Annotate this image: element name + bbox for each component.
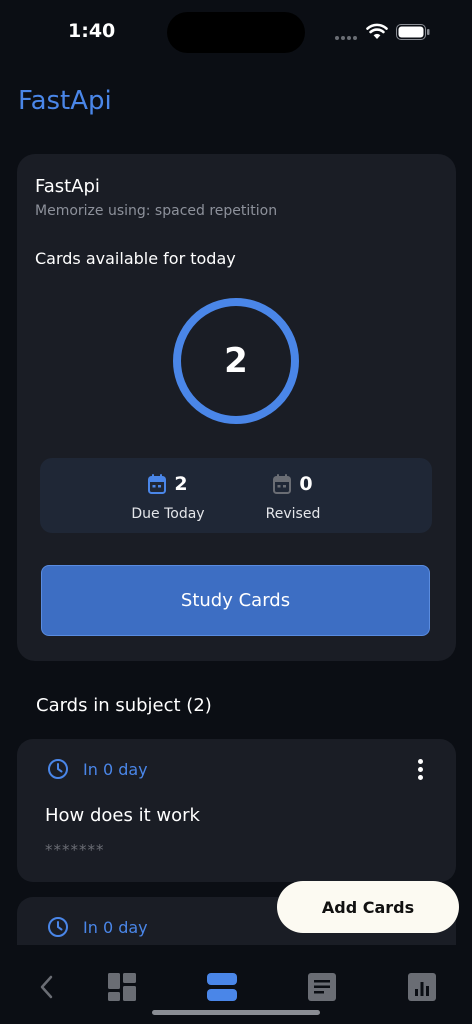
dynamic-island xyxy=(167,12,305,53)
clock-icon xyxy=(48,917,68,937)
stat-due-today: 2 Due Today xyxy=(113,472,223,522)
stat-revised-label: Revised xyxy=(265,506,321,522)
card-answer-mask: ******* xyxy=(45,841,105,859)
available-count: 2 xyxy=(224,341,248,381)
app-title: FastApi xyxy=(18,86,112,116)
status-time: 1:40 xyxy=(68,20,116,42)
card-due-text: In 0 day xyxy=(83,759,148,779)
cards-section-title: Cards in subject (2) xyxy=(36,695,212,716)
chart-icon xyxy=(408,973,436,1001)
stat-revised-value: 0 xyxy=(299,473,313,495)
wifi-icon xyxy=(366,23,388,39)
nav-dashboard[interactable] xyxy=(102,967,142,1007)
card-due-text: In 0 day xyxy=(83,917,148,937)
stat-revised: 0 Revised xyxy=(238,472,348,522)
subject-summary-card: FastApi Memorize using: spaced repetitio… xyxy=(17,154,456,661)
calendar-icon xyxy=(273,474,292,494)
card-due: In 0 day xyxy=(47,916,148,938)
calendar-icon xyxy=(148,474,167,494)
clock-icon xyxy=(48,759,68,779)
list-icon xyxy=(207,973,237,1001)
stats-box: 2 Due Today 0 Revised xyxy=(40,458,432,533)
nav-document[interactable] xyxy=(302,967,342,1007)
card-due: In 0 day xyxy=(47,758,148,780)
stat-due-value: 2 xyxy=(174,473,188,495)
available-label: Cards available for today xyxy=(35,249,236,268)
nav-cards[interactable] xyxy=(202,967,242,1007)
nav-stats[interactable] xyxy=(402,967,442,1007)
dashboard-icon xyxy=(108,973,136,1001)
add-cards-button[interactable]: Add Cards xyxy=(277,881,459,933)
card-item[interactable]: In 0 day How does it work ******* xyxy=(17,739,456,882)
status-bar: 1:40 xyxy=(0,0,472,64)
available-count-ring: 2 xyxy=(173,298,299,424)
study-cards-button[interactable]: Study Cards xyxy=(41,565,430,636)
more-vert-icon[interactable] xyxy=(415,759,427,781)
card-question: How does it work xyxy=(45,805,200,826)
home-indicator xyxy=(152,1010,320,1015)
stat-due-label: Due Today xyxy=(131,506,205,522)
memorize-method: Memorize using: spaced repetition xyxy=(35,203,278,219)
signal-icon xyxy=(335,36,359,40)
back-icon xyxy=(40,975,53,999)
nav-back[interactable] xyxy=(26,967,66,1007)
battery-icon xyxy=(396,24,430,40)
document-icon xyxy=(308,973,336,1001)
subject-name: FastApi xyxy=(35,176,100,197)
